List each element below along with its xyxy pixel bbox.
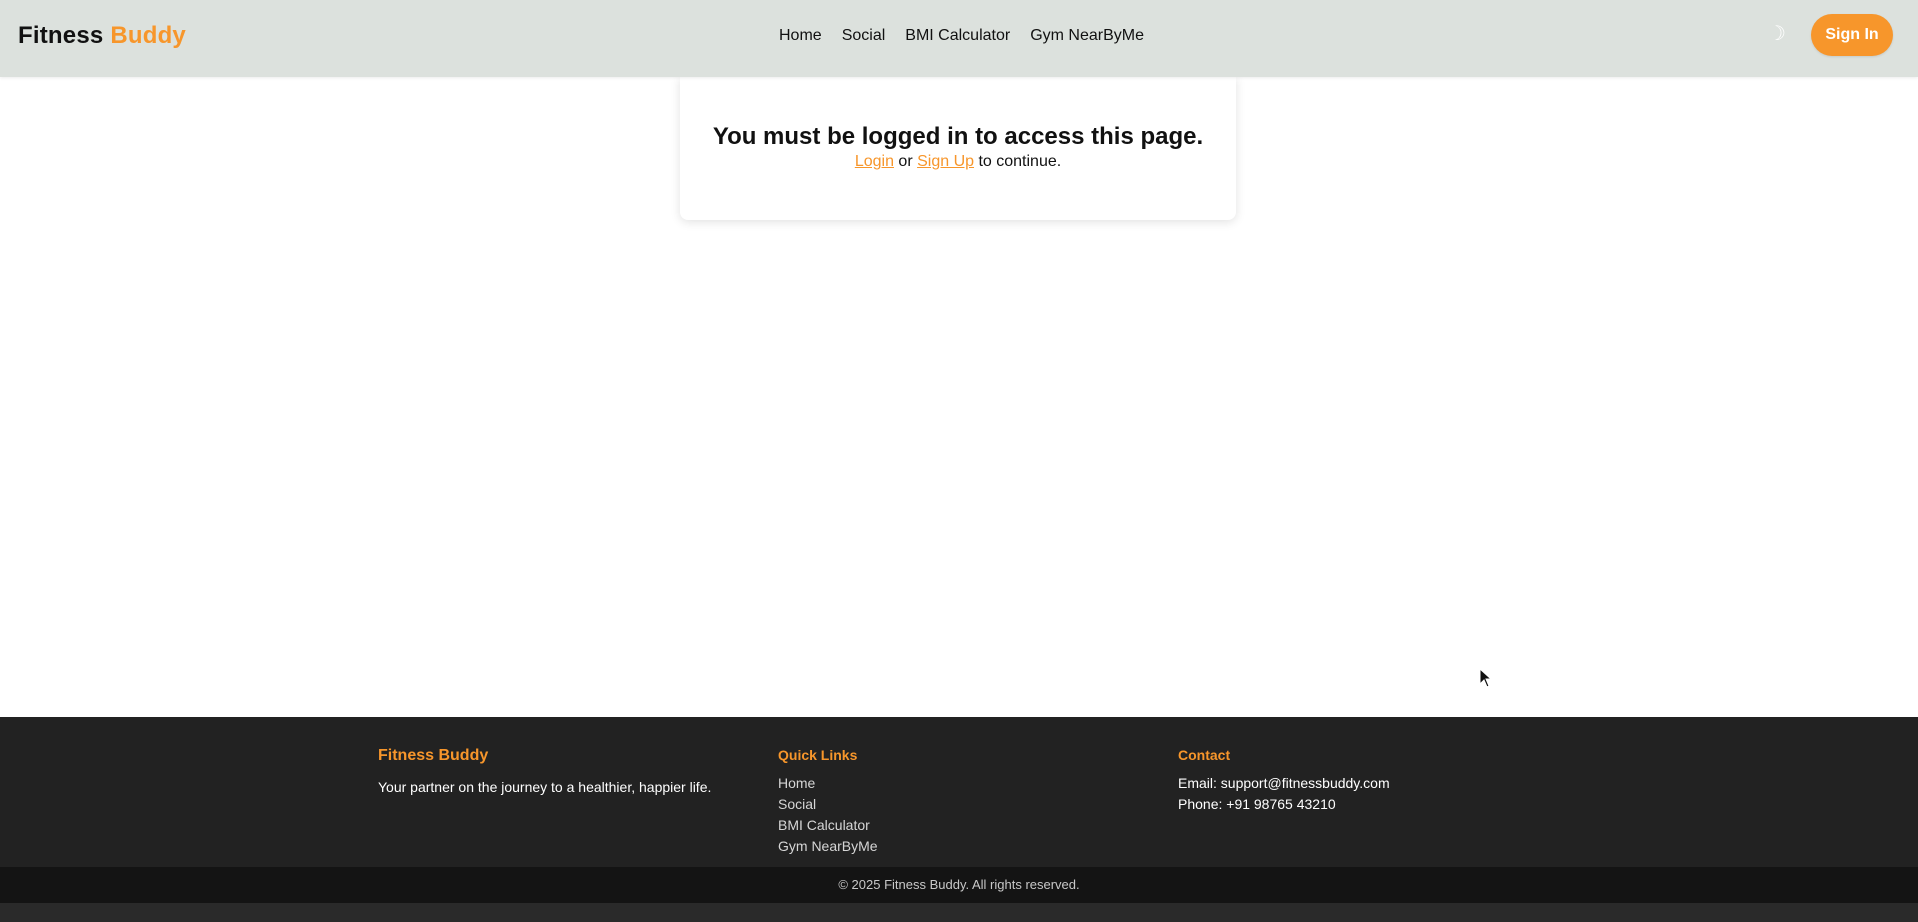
copyright-bar: © 2025 Fitness Buddy. All rights reserve… bbox=[0, 867, 1918, 903]
contact-email: Email: support@fitnessbuddy.com bbox=[1178, 775, 1390, 791]
footer-tagline: Your partner on the journey to a healthi… bbox=[378, 779, 712, 795]
footer-link-gym-nearbyme[interactable]: Gym NearByMe bbox=[778, 836, 878, 857]
mouse-pointer-icon bbox=[1479, 668, 1493, 688]
footer-link-bmi-calculator[interactable]: BMI Calculator bbox=[778, 815, 878, 836]
main-nav: Home Social BMI Calculator Gym NearByMe bbox=[779, 27, 1144, 45]
footer-brand-title: Fitness Buddy bbox=[378, 747, 489, 764]
footer: Fitness Buddy Your partner on the journe… bbox=[0, 717, 1918, 867]
sign-in-button[interactable]: Sign In bbox=[1811, 14, 1893, 56]
login-required-message: Login or Sign Up to continue. bbox=[680, 153, 1236, 171]
or-text: or bbox=[893, 153, 918, 170]
continue-text: to continue. bbox=[974, 153, 1062, 170]
moon-icon[interactable]: ☽ bbox=[1766, 21, 1788, 47]
nav-link-social[interactable]: Social bbox=[842, 27, 886, 45]
navbar: Fitness Buddy Home Social BMI Calculator… bbox=[0, 0, 1918, 77]
footer-link-social[interactable]: Social bbox=[778, 794, 878, 815]
contact-title: Contact bbox=[1178, 747, 1231, 763]
footer-brand-column: Fitness Buddy Your partner on the journe… bbox=[378, 747, 711, 798]
quick-links-title: Quick Links bbox=[778, 747, 858, 763]
bottom-strip bbox=[0, 903, 1918, 922]
login-link[interactable]: Login bbox=[855, 153, 894, 170]
contact-phone: Phone: +91 98765 43210 bbox=[1178, 796, 1336, 812]
login-required-heading: You must be logged in to access this pag… bbox=[712, 123, 1204, 150]
brand-logo[interactable]: Fitness Buddy bbox=[18, 22, 186, 50]
nav-link-bmi-calculator[interactable]: BMI Calculator bbox=[905, 27, 1010, 45]
brand-text-buddy: Buddy bbox=[110, 22, 186, 49]
footer-quick-links-column: Quick Links Home Social BMI Calculator G… bbox=[778, 747, 878, 857]
nav-link-home[interactable]: Home bbox=[779, 27, 822, 45]
copyright-text: © 2025 Fitness Buddy. All rights reserve… bbox=[838, 877, 1080, 892]
quick-links-list: Home Social BMI Calculator Gym NearByMe bbox=[778, 773, 878, 857]
nav-link-gym-nearbyme[interactable]: Gym NearByMe bbox=[1030, 27, 1144, 45]
footer-contact-column: Contact Email: support@fitnessbuddy.com … bbox=[1178, 747, 1390, 815]
login-required-card: You must be logged in to access this pag… bbox=[680, 77, 1236, 220]
brand-text-fitness: Fitness bbox=[18, 22, 104, 49]
signup-link[interactable]: Sign Up bbox=[917, 153, 974, 170]
footer-link-home[interactable]: Home bbox=[778, 773, 878, 794]
